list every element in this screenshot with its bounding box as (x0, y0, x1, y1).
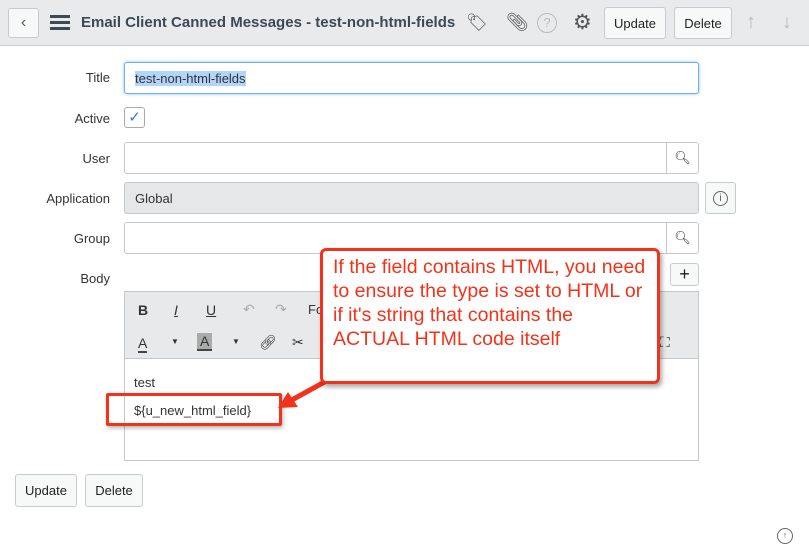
active-label: Active (74, 111, 110, 126)
page-title: Email Client Canned Messages - test-non-… (81, 14, 456, 31)
paperclip-icon[interactable]: 📎︎ (506, 12, 529, 33)
timer-icon[interactable]: ↑ (777, 528, 793, 544)
gear-icon[interactable]: ⚙ (573, 10, 592, 35)
italic-button[interactable]: I (174, 302, 178, 318)
title-label: Title (85, 70, 110, 85)
highlight-box (106, 393, 282, 426)
fullscreen-icon[interactable]: ⛶ (660, 334, 670, 351)
tag-icon[interactable]: 🏷︎ (466, 13, 488, 33)
footer-delete-button[interactable]: Delete (85, 474, 143, 507)
redo-icon[interactable]: ↷ (275, 301, 287, 318)
application-label: Application (46, 191, 110, 206)
expand-plus-button[interactable]: + (670, 263, 699, 286)
search-icon[interactable]: 🔍︎ (666, 223, 698, 253)
group-label: Group (73, 231, 110, 246)
text-color-button[interactable]: A (138, 335, 148, 353)
update-button[interactable]: Update (604, 7, 666, 39)
info-icon[interactable]: i (705, 182, 736, 214)
undo-icon[interactable]: ↶ (243, 301, 255, 318)
delete-button[interactable]: Delete (674, 7, 732, 39)
title-value: test-non-html-fields (135, 70, 246, 86)
footer-update-button[interactable]: Update (15, 474, 77, 507)
annotation-callout: If the field contains HTML, you need to … (320, 248, 660, 384)
header: ‹ Email Client Canned Messages - test-no… (0, 0, 809, 46)
title-input[interactable]: test-non-html-fields (124, 62, 699, 94)
user-input[interactable]: 🔍︎ (124, 142, 699, 174)
bold-button[interactable]: B (138, 302, 148, 318)
arrow-up-icon[interactable]: ↑ (746, 11, 756, 34)
help-icon[interactable]: ? (537, 13, 557, 33)
caret-down-icon[interactable]: ▼ (232, 337, 240, 346)
caret-down-icon[interactable]: ▼ (171, 337, 179, 346)
chevron-left-icon: ‹ (20, 14, 27, 31)
arrow-down-icon[interactable]: ↓ (782, 11, 792, 34)
search-icon[interactable]: 🔍︎ (666, 143, 698, 173)
unlink-icon[interactable]: ✂ (292, 334, 304, 351)
active-checkbox[interactable]: ✓ (124, 107, 145, 128)
body-label: Body (80, 271, 110, 286)
body-line: test (134, 375, 155, 390)
application-value: Global (135, 190, 173, 206)
link-icon[interactable]: 🔗︎ (259, 334, 277, 351)
bg-color-button[interactable]: A (197, 333, 213, 351)
application-input: Global (124, 182, 699, 214)
menu-icon[interactable] (50, 15, 70, 30)
underline-button[interactable]: U (206, 302, 216, 318)
back-button[interactable]: ‹ (8, 8, 39, 38)
user-label: User (82, 151, 110, 166)
